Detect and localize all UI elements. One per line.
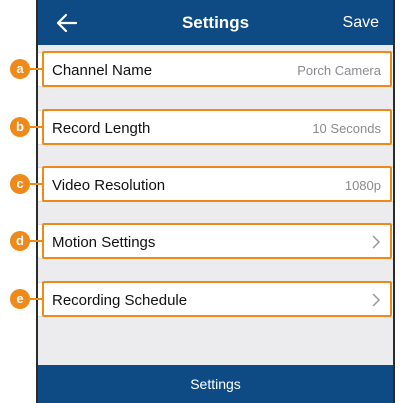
callout-badge-c: c — [10, 174, 30, 194]
highlight-box-c — [42, 166, 392, 202]
callout-line-e — [30, 298, 43, 300]
callout-badge-a: a — [10, 59, 30, 79]
callout-line-c — [30, 183, 43, 185]
save-button[interactable]: Save — [343, 14, 379, 32]
highlight-box-d — [42, 223, 392, 259]
nav-bar: Settings Save — [38, 0, 393, 45]
page-title: Settings — [181, 13, 250, 32]
highlight-box-b — [42, 109, 392, 145]
callout-badge-d: d — [10, 231, 30, 251]
highlight-box-a — [42, 51, 392, 87]
bottom-tab-bar[interactable]: Settings — [38, 365, 393, 403]
callout-line-a — [30, 68, 43, 70]
callout-line-d — [30, 240, 43, 242]
highlight-box-e — [42, 281, 392, 317]
callout-line-b — [30, 126, 43, 128]
callout-badge-b: b — [10, 117, 30, 137]
callout-badge-e: e — [10, 289, 30, 309]
bottom-tab-label: Settings — [190, 376, 241, 392]
